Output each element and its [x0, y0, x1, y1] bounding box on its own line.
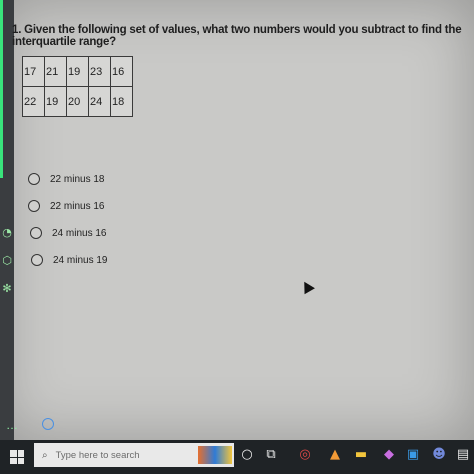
table-cell: 19: [44, 86, 67, 117]
radio-button[interactable]: [31, 254, 43, 266]
mouse-cursor: [299, 278, 315, 295]
answer-option-4[interactable]: 24 minus 19: [31, 254, 107, 266]
table-cell: 21: [44, 56, 67, 87]
chrome-icon[interactable]: ◎: [296, 446, 314, 464]
table-cell: 16: [110, 56, 133, 87]
radio-button[interactable]: [28, 173, 40, 185]
table-row: 17 21 19 23 16: [22, 56, 133, 87]
table-cell: 19: [66, 56, 89, 87]
table-cell: 23: [88, 56, 111, 87]
settings-icon[interactable]: ✻: [0, 282, 14, 296]
table-cell: 18: [110, 86, 133, 117]
left-sidebar: ◔ ⬡ ✻: [0, 0, 14, 440]
search-placeholder: Type here to search: [55, 449, 140, 461]
discord-icon[interactable]: ☻: [430, 446, 448, 464]
answer-option-1[interactable]: 22 minus 18: [28, 173, 104, 185]
answer-label: 24 minus 19: [53, 254, 108, 266]
quiz-screen: ◔ ⬡ ✻ 1. Given the following set of valu…: [0, 0, 474, 440]
photos-icon[interactable]: ◆: [380, 446, 398, 464]
cube-icon[interactable]: ⬡: [0, 254, 14, 268]
task-view-icon[interactable]: ⧉: [262, 446, 280, 464]
sidebar-accent-bar: [0, 0, 3, 178]
file-explorer-icon[interactable]: ▬: [352, 446, 370, 464]
answer-option-2[interactable]: 22 minus 16: [28, 200, 104, 212]
office-icon[interactable]: ▲: [326, 446, 344, 464]
table-row: 22 19 20 24 18: [22, 86, 133, 117]
table-cell: 20: [66, 86, 89, 117]
table-cell: 17: [22, 56, 45, 87]
answer-label: 22 minus 18: [50, 173, 105, 185]
values-table: 17 21 19 23 16 22 19 20 24 18: [22, 56, 133, 117]
answer-label: 22 minus 16: [50, 200, 105, 212]
table-cell: 24: [88, 86, 111, 117]
clock-icon[interactable]: [42, 418, 54, 430]
windows-start-icon[interactable]: [10, 450, 24, 464]
taskbar-search-box[interactable]: ⌕ Type here to search: [34, 443, 234, 467]
cortana-icon[interactable]: ○: [238, 446, 256, 464]
radio-button[interactable]: [28, 200, 40, 212]
question-text: 1. Given the following set of values, wh…: [12, 24, 462, 48]
answer-option-3[interactable]: 24 minus 16: [30, 227, 106, 239]
more-icon[interactable]: …: [6, 418, 18, 432]
timer-icon[interactable]: ◔: [0, 226, 14, 240]
notification-icon[interactable]: ▤: [454, 446, 472, 464]
search-icon: ⌕: [42, 449, 48, 461]
app-icon[interactable]: ▣: [404, 446, 422, 464]
table-cell: 22: [22, 86, 45, 117]
radio-button[interactable]: [30, 227, 42, 239]
answer-label: 24 minus 16: [52, 227, 107, 239]
search-highlight-image: [198, 446, 232, 464]
